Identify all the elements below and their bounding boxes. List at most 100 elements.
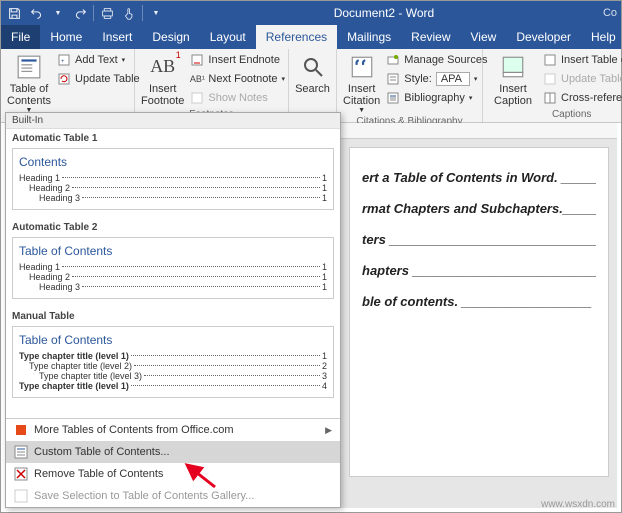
custom-toc-icon — [14, 445, 28, 459]
gallery-preview: Contents Heading 11 Heading 21 Heading 3… — [12, 148, 334, 210]
toc-entry: Heading 1 — [19, 173, 60, 183]
toc-page: 1 — [322, 262, 327, 272]
ruler — [341, 123, 617, 139]
tab-home[interactable]: Home — [40, 25, 92, 49]
tab-developer[interactable]: Developer — [506, 25, 581, 49]
tab-design[interactable]: Design — [142, 25, 199, 49]
ribbon-tabs: File Home Insert Design Layout Reference… — [1, 25, 621, 49]
doc-line: ters _____________________________ — [362, 232, 596, 247]
bibliography-button[interactable]: Bibliography ▾ — [386, 89, 487, 107]
chevron-right-icon: ▶ — [325, 425, 332, 436]
insert-citation-label: Insert Citation — [343, 83, 380, 107]
footnote-icon: AB 1 — [149, 53, 177, 81]
doc-line: rmat Chapters and Subchapters._______ — [362, 201, 596, 216]
save-icon[interactable] — [5, 4, 23, 22]
undo-icon[interactable] — [27, 4, 45, 22]
office-icon — [14, 423, 28, 437]
tab-references[interactable]: References — [256, 25, 337, 49]
tab-file[interactable]: File — [1, 25, 40, 49]
next-footnote-label: Next Footnote — [208, 73, 277, 85]
captions-update-label: Update Table — [561, 73, 622, 85]
doc-line: hapters __________________________ — [362, 263, 596, 278]
chevron-down-icon: ▾ — [282, 75, 286, 83]
doc-line: ble of contents. __________________ — [362, 294, 596, 309]
show-notes-button[interactable]: Show Notes — [190, 89, 285, 107]
captions-update-button[interactable]: Update Table — [543, 70, 622, 88]
title-right-cut: Co — [603, 7, 617, 19]
search-icon — [299, 53, 327, 81]
xref-button[interactable]: Cross-reference — [543, 89, 622, 107]
gallery-item-manual[interactable]: Manual Table Table of Contents Type chap… — [6, 307, 340, 398]
qat-print-preview-icon[interactable] — [98, 4, 116, 22]
toc-entry: Heading 2 — [29, 183, 70, 193]
page[interactable]: ert a Table of Contents in Word. _______… — [349, 147, 609, 477]
cmd-save-toc: Save Selection to Table of Contents Gall… — [6, 485, 340, 507]
endnote-icon — [190, 53, 204, 67]
style-icon — [386, 72, 400, 86]
chevron-down-icon: ▾ — [122, 56, 126, 64]
update-table-icon — [57, 72, 71, 86]
toc-entry: Heading 3 — [39, 282, 80, 292]
tab-layout[interactable]: Layout — [200, 25, 256, 49]
quick-access-toolbar: ▼ ▼ — [5, 4, 165, 22]
insert-caption-label: Insert Caption — [494, 83, 532, 107]
insert-endnote-button[interactable]: Insert Endnote — [190, 51, 285, 69]
tof-icon — [543, 53, 557, 67]
toc-entry: Heading 3 — [39, 193, 80, 203]
show-notes-icon — [190, 91, 204, 105]
style-selector[interactable]: Style: APA ▾ — [386, 70, 487, 88]
insert-footnote-button[interactable]: AB 1 Insert Footnote — [141, 51, 184, 107]
toc-button[interactable]: Table of Contents ▼ — [7, 51, 51, 115]
update-table-button[interactable]: Update Table — [57, 70, 140, 88]
manage-sources-button[interactable]: Manage Sources — [386, 51, 487, 69]
toc-entry: Type chapter title (level 2) — [29, 361, 132, 371]
insert-tof-button[interactable]: Insert Table of Figu — [543, 51, 622, 69]
add-text-icon: + — [57, 53, 71, 67]
manage-sources-label: Manage Sources — [404, 54, 487, 66]
insert-tof-label: Insert Table of Figu — [561, 54, 622, 66]
cmd-custom-toc[interactable]: Custom Table of Contents... — [6, 441, 340, 463]
tab-help[interactable]: Help — [581, 25, 622, 49]
search-button[interactable]: Search — [295, 51, 330, 95]
bibliography-label: Bibliography — [404, 92, 465, 104]
next-footnote-button[interactable]: AB¹ Next Footnote ▾ — [190, 70, 285, 88]
insert-endnote-label: Insert Endnote — [208, 54, 280, 66]
undo-dropdown-icon[interactable]: ▼ — [49, 4, 67, 22]
cmd-save-label: Save Selection to Table of Contents Gall… — [34, 490, 254, 502]
tab-mailings[interactable]: Mailings — [337, 25, 401, 49]
redo-icon[interactable] — [71, 4, 89, 22]
cmd-remove-label: Remove Table of Contents — [34, 468, 163, 480]
cmd-more-label: More Tables of Contents from Office.com — [34, 424, 234, 436]
toc-entry: Type chapter title (level 3) — [39, 371, 142, 381]
watermark: www.wsxdn.com — [541, 499, 615, 510]
toc-page: 1 — [322, 272, 327, 282]
captions-update-icon — [543, 72, 557, 86]
titlebar: ▼ ▼ Document2 - Word Co — [1, 1, 621, 25]
qat-touch-icon[interactable] — [120, 4, 138, 22]
next-footnote-icon: AB¹ — [190, 72, 204, 86]
xref-icon — [543, 91, 557, 105]
cmd-more-toc[interactable]: More Tables of Contents from Office.com … — [6, 419, 340, 441]
toc-page: 4 — [322, 381, 327, 391]
tab-review[interactable]: Review — [401, 25, 460, 49]
qat-customize-icon[interactable]: ▼ — [147, 4, 165, 22]
insert-footnote-label: Insert Footnote — [141, 83, 184, 107]
style-value[interactable]: APA — [436, 72, 470, 86]
chevron-down-icon: ▼ — [358, 107, 365, 115]
toc-page: 1 — [322, 351, 327, 361]
cmd-remove-toc[interactable]: Remove Table of Contents — [6, 463, 340, 485]
update-table-label: Update Table — [75, 73, 140, 85]
insert-citation-button[interactable]: Insert Citation ▼ — [343, 51, 380, 115]
add-text-button[interactable]: + Add Text ▾ — [57, 51, 140, 69]
window-title: Document2 - Word — [165, 6, 603, 20]
gallery-preview: Table of Contents Type chapter title (le… — [12, 326, 334, 398]
toc-header: Table of Contents — [19, 333, 327, 347]
gallery-item-auto2[interactable]: Automatic Table 2 Table of Contents Head… — [6, 218, 340, 299]
insert-caption-button[interactable]: Insert Caption — [489, 51, 537, 107]
tab-view[interactable]: View — [461, 25, 507, 49]
gallery-footer: More Tables of Contents from Office.com … — [6, 418, 340, 507]
gallery-item-auto1[interactable]: Automatic Table 1 Contents Heading 11 He… — [6, 129, 340, 210]
cmd-custom-label: Custom Table of Contents... — [34, 446, 170, 458]
tab-insert[interactable]: Insert — [92, 25, 142, 49]
toc-entry: Type chapter title (level 1) — [19, 381, 129, 391]
